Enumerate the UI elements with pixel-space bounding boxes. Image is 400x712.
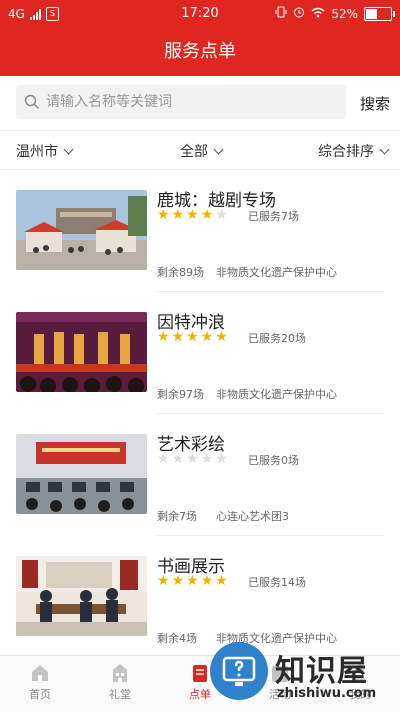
star-filled-icon: ★ — [200, 329, 214, 345]
served-count: 已服务7场 — [248, 210, 299, 223]
star-empty-icon: ★ — [200, 451, 214, 467]
status-bar: 4G S 17:20 52% — [0, 0, 400, 28]
organization-name: 非物质文化遗产保护中心 — [216, 266, 337, 279]
star-filled-icon: ★ — [215, 329, 228, 345]
watermark-brand: 知识屋 — [275, 654, 368, 689]
star-filled-icon: ★ — [200, 207, 214, 223]
remaining-count: 剩余89场 — [157, 266, 204, 279]
filter-bar: 温州市 全部 综合排序 — [0, 131, 400, 170]
remaining-count: 剩余7场 — [157, 510, 197, 523]
star-empty-icon: ★ — [215, 451, 228, 467]
search-row: 搜索 — [0, 76, 400, 131]
rating-stars: ★ ★ ★ ★ ★ — [157, 330, 228, 344]
order-icon — [193, 665, 207, 682]
watermark: 知识屋 zhishiwu.com — [210, 640, 400, 711]
star-filled-icon: ★ — [171, 207, 185, 223]
watermark-logo — [210, 642, 268, 700]
organization-name: 心连心艺术团3 — [216, 510, 289, 523]
star-empty-icon: ★ — [171, 451, 185, 467]
city-filter-label: 温州市 — [16, 144, 58, 160]
star-filled-icon: ★ — [157, 207, 170, 223]
rating-stars: ★ ★ ★ ★ ★ — [157, 208, 228, 222]
tab-hall[interactable]: 礼堂 — [90, 662, 150, 702]
battery-icon — [364, 6, 395, 21]
alarm-icon — [293, 6, 305, 21]
star-filled-icon: ★ — [171, 573, 185, 589]
hall-icon — [113, 664, 127, 682]
star-empty-icon: ★ — [186, 451, 199, 467]
chevron-down-icon — [63, 144, 74, 154]
category-filter-label: 全部 — [180, 144, 208, 160]
remaining-count: 剩余97场 — [157, 388, 204, 401]
watermark-url: zhishiwu.com — [277, 686, 377, 701]
served-count: 已服务14场 — [248, 576, 306, 589]
tab-label: 首页 — [29, 688, 51, 701]
star-filled-icon: ★ — [186, 573, 199, 589]
vibrate-icon — [275, 6, 287, 21]
status-right: 52% — [275, 6, 395, 21]
search-icon — [24, 94, 39, 109]
star-empty-icon: ★ — [157, 451, 170, 467]
tab-label: 礼堂 — [109, 688, 131, 701]
star-filled-icon: ★ — [200, 573, 214, 589]
city-filter[interactable]: 温州市 — [16, 141, 74, 161]
page-title: 服务点单 — [164, 41, 236, 62]
search-input[interactable] — [44, 93, 328, 111]
wifi-icon — [311, 7, 325, 21]
star-filled-icon: ★ — [171, 329, 185, 345]
battery-percent: 52% — [331, 6, 358, 21]
service-thumbnail — [16, 434, 147, 514]
chevron-down-icon — [213, 144, 224, 154]
served-count: 已服务0场 — [248, 454, 299, 467]
organization-name: 非物质文化遗产保护中心 — [216, 388, 337, 401]
served-count: 已服务20场 — [248, 332, 306, 345]
sort-filter[interactable]: 综合排序 — [318, 141, 390, 161]
service-thumbnail — [16, 556, 147, 636]
star-filled-icon: ★ — [186, 329, 199, 345]
tab-label: 点单 — [189, 688, 211, 701]
category-filter[interactable]: 全部 — [180, 141, 224, 161]
tab-home[interactable]: 首页 — [10, 662, 70, 702]
remaining-count: 剩余4场 — [157, 632, 197, 645]
star-filled-icon: ★ — [215, 573, 228, 589]
app-bar: 服务点单 — [0, 28, 400, 76]
service-item[interactable]: 因特冲浪 ★ ★ ★ ★ ★ 已服务20场 剩余97场 非物质文化遗产保护中心 — [0, 292, 400, 414]
rating-stars: ★ ★ ★ ★ ★ — [157, 574, 228, 588]
service-item[interactable]: 鹿城：越剧专场 ★ ★ ★ ★ ★ 已服务7场 剩余89场 非物质文化遗产保护中心 — [0, 170, 400, 292]
service-item[interactable]: 艺术彩绘 ★ ★ ★ ★ ★ 已服务0场 剩余7场 心连心艺术团3 — [0, 414, 400, 536]
star-empty-icon: ★ — [215, 207, 228, 223]
star-filled-icon: ★ — [157, 573, 170, 589]
service-thumbnail — [16, 312, 147, 392]
sort-filter-label: 综合排序 — [318, 144, 374, 160]
search-button[interactable]: 搜索 — [360, 93, 390, 114]
star-filled-icon: ★ — [157, 329, 170, 345]
service-thumbnail — [16, 190, 147, 270]
home-icon — [32, 665, 48, 681]
search-box[interactable] — [16, 85, 346, 119]
rating-stars: ★ ★ ★ ★ ★ — [157, 452, 228, 466]
chevron-down-icon — [379, 144, 390, 154]
star-filled-icon: ★ — [186, 207, 199, 223]
